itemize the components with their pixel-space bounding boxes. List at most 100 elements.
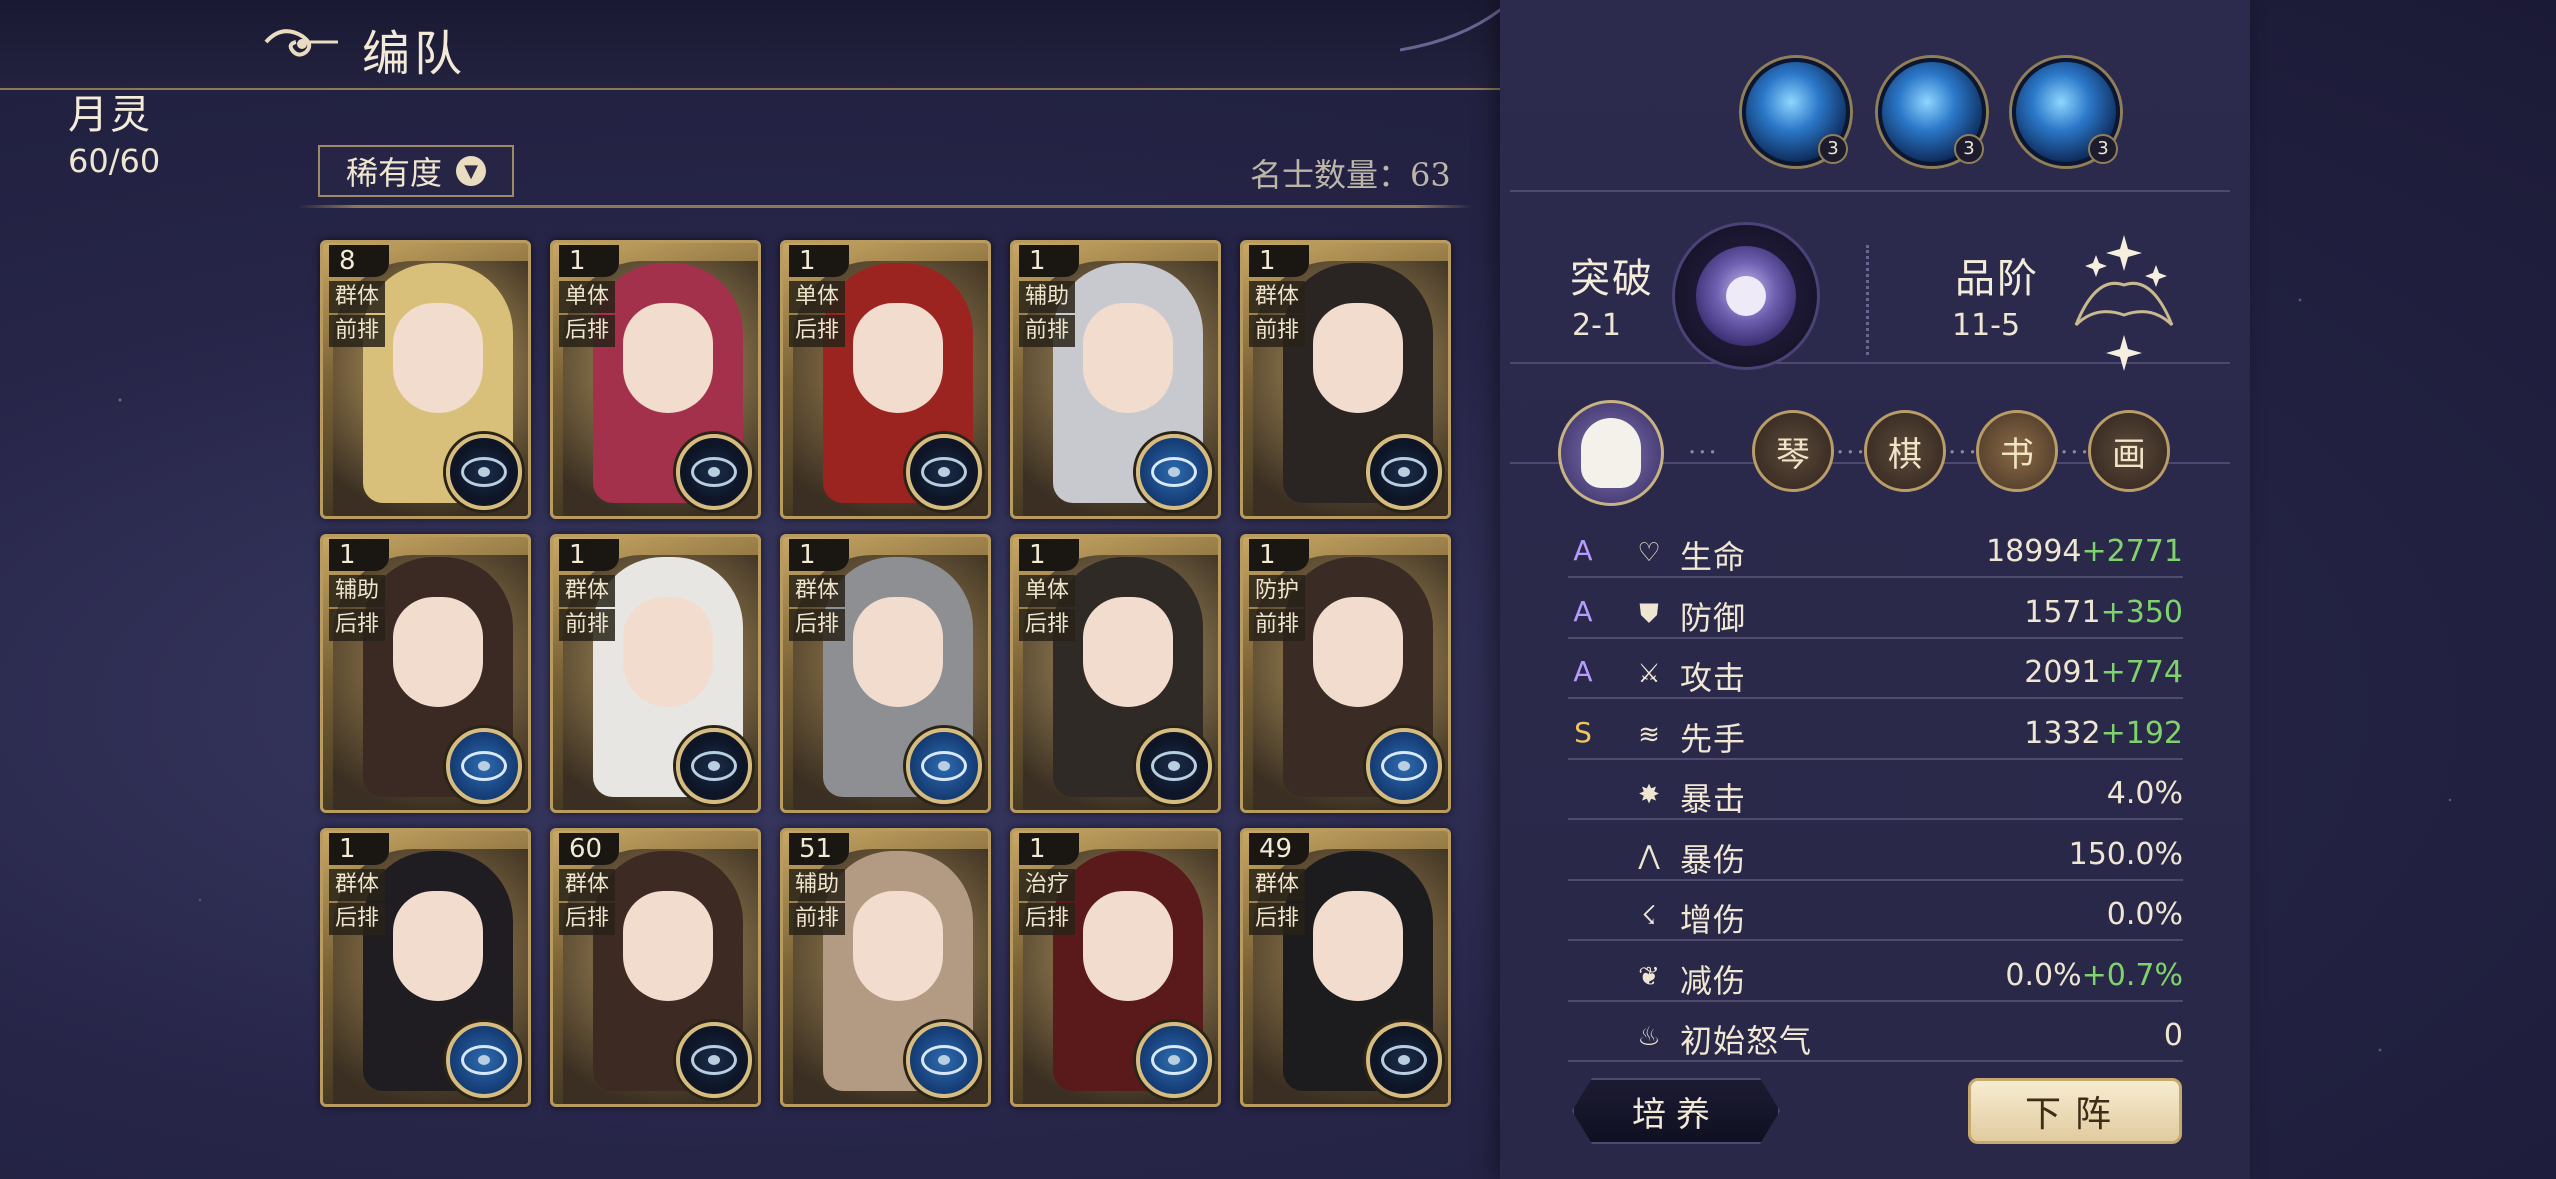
stat-grade: A [1573, 534, 1593, 567]
stat-bonus: +0.7% [2081, 957, 2183, 993]
stat-row: ⋀ 暴伤 150.0% [1568, 831, 2183, 881]
art-shu-button[interactable]: 书 [1976, 410, 2058, 492]
character-position-tag: 前排 [1019, 315, 1075, 347]
sword-dash-skill-icon[interactable]: 3 [2012, 58, 2120, 166]
faction-badge-icon [446, 728, 522, 804]
wing-icon: ❦ [1638, 961, 1660, 992]
stat-label: 生命 [1680, 538, 1747, 576]
character-level: 1 [789, 245, 849, 277]
goat-avatar-icon[interactable] [1558, 400, 1664, 506]
character-position-tag: 后排 [559, 315, 615, 347]
character-level: 1 [329, 833, 389, 865]
character-level: 1 [1019, 245, 1079, 277]
character-card[interactable]: 1 群体 前排 [550, 534, 761, 813]
character-card[interactable]: 8 群体 前排 [320, 240, 531, 519]
character-card[interactable]: 1 单体 后排 [550, 240, 761, 519]
stat-value: 1571+350 [2024, 595, 2183, 630]
character-face [1313, 303, 1403, 413]
character-card[interactable]: 1 单体 后排 [1010, 534, 1221, 813]
character-card[interactable]: 1 防护 前排 [1240, 534, 1451, 813]
art-qin-button[interactable]: 琴 [1752, 410, 1834, 492]
stat-label: 防御 [1680, 598, 1747, 637]
faction-badge-icon [906, 434, 982, 510]
stat-label: 增伤 [1680, 901, 1747, 939]
art-hua-button[interactable]: 画 [2088, 410, 2170, 492]
character-face [1083, 891, 1173, 1001]
character-position-tag: 后排 [329, 609, 385, 641]
stat-base: 1571 [2024, 594, 2101, 630]
stat-base: 1332 [2024, 715, 2101, 751]
stat-value: 1332+192 [2024, 716, 2183, 751]
character-card[interactable]: 60 群体 后排 [550, 828, 761, 1107]
stat-row: ♨ 初始怒气 0 [1568, 1012, 2183, 1062]
rarity-filter-label: 稀有度 [345, 154, 442, 192]
stat-row: A ⚔ 攻击 2091+774 [1568, 649, 2183, 699]
character-level: 1 [1249, 539, 1309, 571]
stat-base: 18994 [1986, 534, 2082, 569]
character-card[interactable]: 1 治疗 后排 [1010, 828, 1221, 1107]
top-header: 编队 [0, 0, 1500, 90]
skill-level: 3 [1954, 134, 1984, 164]
character-card[interactable]: 51 辅助 前排 [780, 828, 991, 1107]
character-card[interactable]: 1 群体 后排 [320, 828, 531, 1107]
shield-icon: ⛊ [1639, 598, 1659, 629]
stat-row: ☇ 增伤 0.0% [1568, 891, 2183, 941]
stat-base: 0.0% [2005, 957, 2082, 993]
rarity-filter-button[interactable]: 稀有度 ▼ [318, 145, 514, 197]
character-position-tag: 前排 [789, 903, 845, 935]
character-role-tag: 群体 [559, 869, 615, 901]
character-role-tag: 单体 [789, 281, 845, 313]
character-position-tag: 后排 [1019, 903, 1075, 935]
character-card[interactable]: 1 辅助 前排 [1010, 240, 1221, 519]
page-title: 编队 [362, 26, 467, 82]
light-pillar-skill-icon[interactable]: 3 [1878, 58, 1986, 166]
stat-label: 减伤 [1680, 961, 1747, 1000]
faction-badge-icon [1366, 434, 1442, 510]
connector-dots: ··· [1688, 438, 1719, 468]
character-face [1083, 303, 1173, 413]
train-button[interactable]: 培养 [1572, 1078, 1780, 1144]
character-card[interactable]: 1 群体 后排 [780, 534, 991, 813]
character-card[interactable]: 49 群体 后排 [1240, 828, 1451, 1107]
character-level: 51 [789, 833, 849, 865]
art-label: 琴 [1776, 434, 1810, 475]
character-level: 49 [1249, 833, 1309, 865]
stat-value: 0 [2164, 1018, 2183, 1053]
character-role-tag: 治疗 [1019, 869, 1075, 901]
character-face [1313, 597, 1403, 707]
stat-label: 暴击 [1680, 780, 1747, 818]
character-position-tag: 后排 [329, 903, 385, 935]
sparkle-crest-icon[interactable] [2066, 215, 2182, 375]
art-label: 棋 [1888, 434, 1922, 475]
breakthrough-value: 2-1 [1572, 308, 1621, 343]
spikes-icon: ⋀ [1638, 840, 1660, 871]
character-face [1313, 891, 1403, 1001]
faction-badge-icon [676, 434, 752, 510]
panel-divider [1510, 190, 2230, 192]
faction-badge-icon [676, 728, 752, 804]
faction-badge-icon [1366, 728, 1442, 804]
character-level: 1 [1019, 539, 1079, 571]
character-name: 月灵 [68, 92, 152, 138]
character-level: 1 [329, 539, 389, 571]
stat-bonus: +774 [2100, 655, 2183, 690]
art-qi-button[interactable]: 棋 [1864, 410, 1946, 492]
character-role-tag: 辅助 [789, 869, 845, 901]
character-card[interactable]: 1 单体 后排 [780, 240, 991, 519]
remove-from-team-button[interactable]: 下阵 [1968, 1078, 2182, 1144]
character-role-tag: 单体 [1019, 575, 1075, 607]
train-button-label: 培养 [1632, 1094, 1720, 1135]
character-position-tag: 后排 [789, 315, 845, 347]
stat-grade: S [1574, 715, 1592, 749]
planet-orb-icon[interactable] [1672, 222, 1820, 370]
character-card[interactable]: 1 辅助 后排 [320, 534, 531, 813]
character-role-tag: 辅助 [1019, 281, 1075, 313]
character-card[interactable]: 1 群体 前排 [1240, 240, 1451, 519]
character-energy: 60/60 [68, 142, 161, 180]
skill-level: 3 [1818, 134, 1848, 164]
claw-icon: ☇ [1641, 901, 1657, 931]
blade-slash-skill-icon[interactable]: 3 [1742, 58, 1850, 166]
faction-badge-icon [906, 728, 982, 804]
character-face [393, 303, 483, 413]
character-level: 1 [559, 245, 619, 277]
